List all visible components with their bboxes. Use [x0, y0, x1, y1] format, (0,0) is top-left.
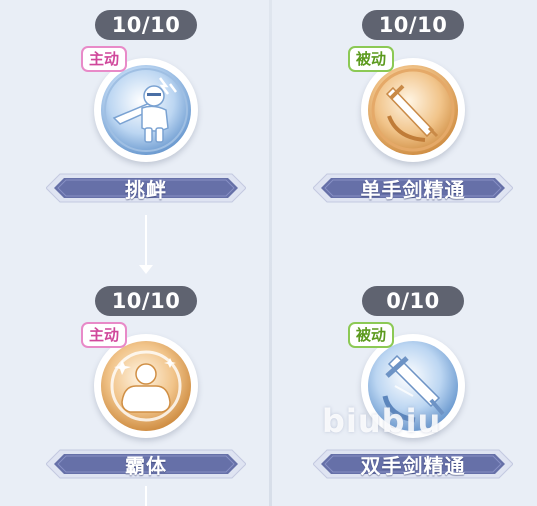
skill-level: 10/10	[362, 10, 464, 40]
skill-name: 双手剑精通	[360, 453, 466, 478]
skill-type-badge: 被动	[348, 322, 395, 348]
skill-level: 10/10	[95, 10, 197, 40]
skill-node-one-hand-sword-mastery[interactable]: 10/10 被动 单手剑精通	[313, 0, 513, 220]
skill-name: 单手剑精通	[360, 177, 466, 202]
skill-level: 0/10	[362, 286, 464, 316]
arrow-down-icon	[139, 265, 153, 274]
skill-level: 10/10	[95, 286, 197, 316]
skill-tree-connector	[145, 215, 147, 267]
skill-name-banner: 单手剑精通	[313, 168, 513, 208]
skill-node-taunt[interactable]: 10/10 主动 挑衅	[46, 0, 246, 220]
skill-tree-connector	[145, 486, 147, 506]
taunt-swordsman-icon[interactable]	[94, 58, 198, 162]
skill-name-banner: 挑衅	[46, 168, 246, 208]
skill-type-badge: 被动	[348, 46, 395, 72]
watermark: biubiu	[322, 402, 442, 440]
column-divider	[269, 0, 272, 506]
one-hand-sword-mastery-icon[interactable]	[361, 58, 465, 162]
skill-type-badge: 主动	[81, 322, 128, 348]
skill-name: 挑衅	[125, 177, 167, 202]
skill-type-badge: 主动	[81, 46, 128, 72]
skill-name-banner: 双手剑精通	[313, 444, 513, 484]
skill-node-two-hand-sword-mastery[interactable]: 0/10 被动 双手剑精通	[313, 276, 513, 496]
skill-name-banner: 霸体	[46, 444, 246, 484]
skill-name: 霸体	[125, 453, 167, 478]
skill-node-super-armor[interactable]: 10/10 主动 霸体	[46, 276, 246, 496]
super-armor-icon[interactable]	[94, 334, 198, 438]
